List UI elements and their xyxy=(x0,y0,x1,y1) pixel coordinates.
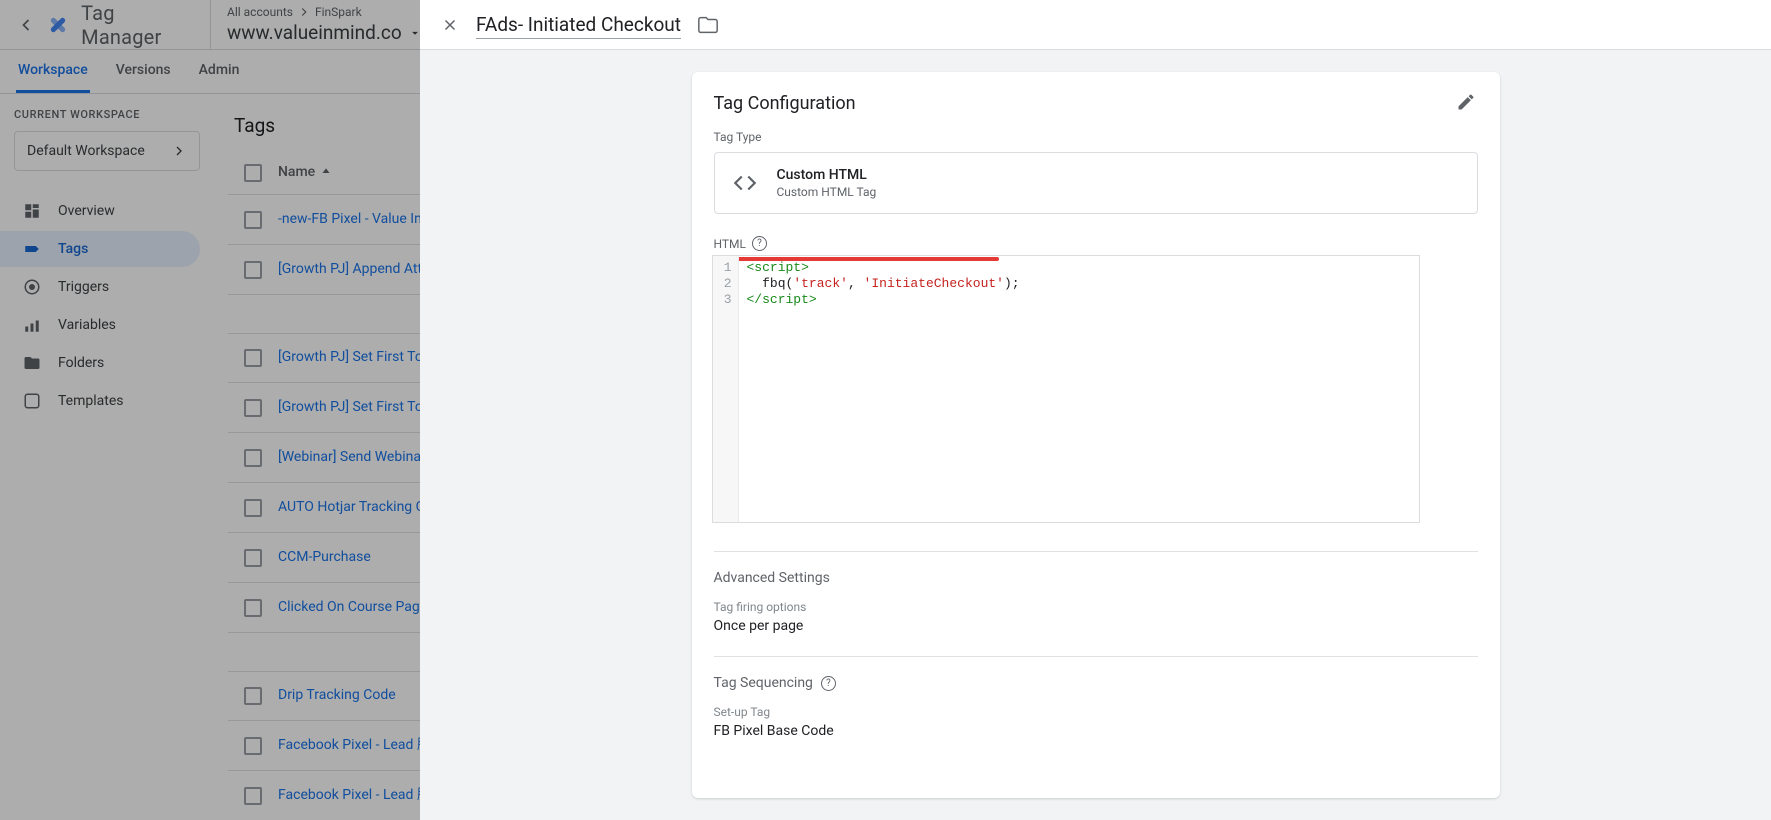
sidebar-item-tags[interactable]: Tags xyxy=(0,231,200,267)
tag-type-selector[interactable]: Custom HTML Custom HTML Tag xyxy=(714,152,1478,214)
row-checkbox[interactable] xyxy=(244,549,262,567)
variable-icon xyxy=(22,315,42,335)
tag-sequencing-title: Tag Sequencing xyxy=(714,675,813,691)
close-button[interactable] xyxy=(438,13,462,37)
code-content: <script> fbq('track', 'InitiateCheckout'… xyxy=(739,256,1028,522)
row-checkbox[interactable] xyxy=(244,349,262,367)
sidebar-item-label: Folders xyxy=(58,355,104,371)
tag-type-label: Tag Type xyxy=(714,130,1478,144)
tab-admin[interactable]: Admin xyxy=(197,50,242,93)
row-checkbox[interactable] xyxy=(244,449,262,467)
setup-tag-label: Set-up Tag xyxy=(714,705,1478,719)
sidebar-item-templates[interactable]: Templates xyxy=(0,383,200,419)
tag-type-name: Custom HTML xyxy=(777,167,877,183)
row-checkbox[interactable] xyxy=(244,737,262,755)
breadcrumb-all: All accounts xyxy=(227,5,293,19)
code-gutter: 123 xyxy=(713,256,739,522)
back-arrow-icon[interactable] xyxy=(14,13,37,37)
firing-options-label: Tag firing options xyxy=(714,600,1478,614)
help-icon[interactable]: ? xyxy=(752,236,767,251)
setup-tag-value: FB Pixel Base Code xyxy=(714,723,1478,739)
pencil-icon xyxy=(1456,92,1476,112)
sidebar-item-overview[interactable]: Overview xyxy=(0,193,200,229)
tag-icon xyxy=(22,239,42,259)
tag-editor-panel: FAds- Initiated Checkout Tag Configurati… xyxy=(420,0,1771,820)
tag-name-field[interactable]: FAds- Initiated Checkout xyxy=(476,11,681,39)
gtm-logo-icon xyxy=(45,12,71,38)
row-checkbox[interactable] xyxy=(244,599,262,617)
workspace-selector[interactable]: Default Workspace xyxy=(14,131,200,171)
help-icon[interactable]: ? xyxy=(821,676,836,691)
row-checkbox[interactable] xyxy=(244,261,262,279)
dashboard-icon xyxy=(22,201,42,221)
container-selector[interactable]: www.valueinmind.co xyxy=(227,21,422,44)
firing-options-value: Once per page xyxy=(714,618,1478,634)
chevron-right-icon xyxy=(171,143,187,159)
tag-type-subtitle: Custom HTML Tag xyxy=(777,185,877,199)
template-icon xyxy=(22,391,42,411)
product-name: Tag Manager xyxy=(81,1,196,49)
row-checkbox[interactable] xyxy=(244,499,262,517)
breadcrumb-account: FinSpark xyxy=(315,5,362,19)
row-checkbox[interactable] xyxy=(244,211,262,229)
chevron-right-icon xyxy=(297,5,311,19)
sidebar-item-folders[interactable]: Folders xyxy=(0,345,200,381)
sidebar-item-label: Overview xyxy=(58,203,115,219)
html-field-label: HTML xyxy=(714,237,747,251)
folder-outline-icon xyxy=(697,14,719,36)
sidebar-item-triggers[interactable]: Triggers xyxy=(0,269,200,305)
workspace-name: Default Workspace xyxy=(27,143,145,159)
row-checkbox[interactable] xyxy=(244,787,262,805)
move-to-folder-button[interactable] xyxy=(697,14,719,36)
sidebar-item-label: Variables xyxy=(58,317,116,333)
html-code-editor[interactable]: 123 <script> fbq('track', 'InitiateCheck… xyxy=(712,255,1420,523)
close-icon xyxy=(441,16,459,34)
container-domain: www.valueinmind.co xyxy=(227,21,402,44)
code-brackets-icon xyxy=(731,169,759,197)
edit-button[interactable] xyxy=(1456,92,1478,114)
sidebar-item-label: Tags xyxy=(58,241,88,257)
current-workspace-label: CURRENT WORKSPACE xyxy=(14,108,200,121)
breadcrumb[interactable]: All accounts FinSpark xyxy=(227,5,422,19)
column-header-name[interactable]: Name xyxy=(278,163,333,183)
row-checkbox[interactable] xyxy=(244,687,262,705)
row-checkbox[interactable] xyxy=(244,399,262,417)
folder-icon xyxy=(22,353,42,373)
tab-workspace[interactable]: Workspace xyxy=(16,50,90,93)
tag-configuration-card: Tag Configuration Tag Type Custom HTML C… xyxy=(692,72,1500,798)
sidebar-item-label: Triggers xyxy=(58,279,109,295)
advanced-settings-title: Advanced Settings xyxy=(714,570,1478,586)
card-title: Tag Configuration xyxy=(714,93,856,114)
tab-versions[interactable]: Versions xyxy=(114,50,173,93)
sidebar-item-variables[interactable]: Variables xyxy=(0,307,200,343)
select-all-checkbox[interactable] xyxy=(244,164,262,182)
trigger-icon xyxy=(22,277,42,297)
sort-asc-icon xyxy=(319,166,333,180)
sidebar-item-label: Templates xyxy=(58,393,124,409)
